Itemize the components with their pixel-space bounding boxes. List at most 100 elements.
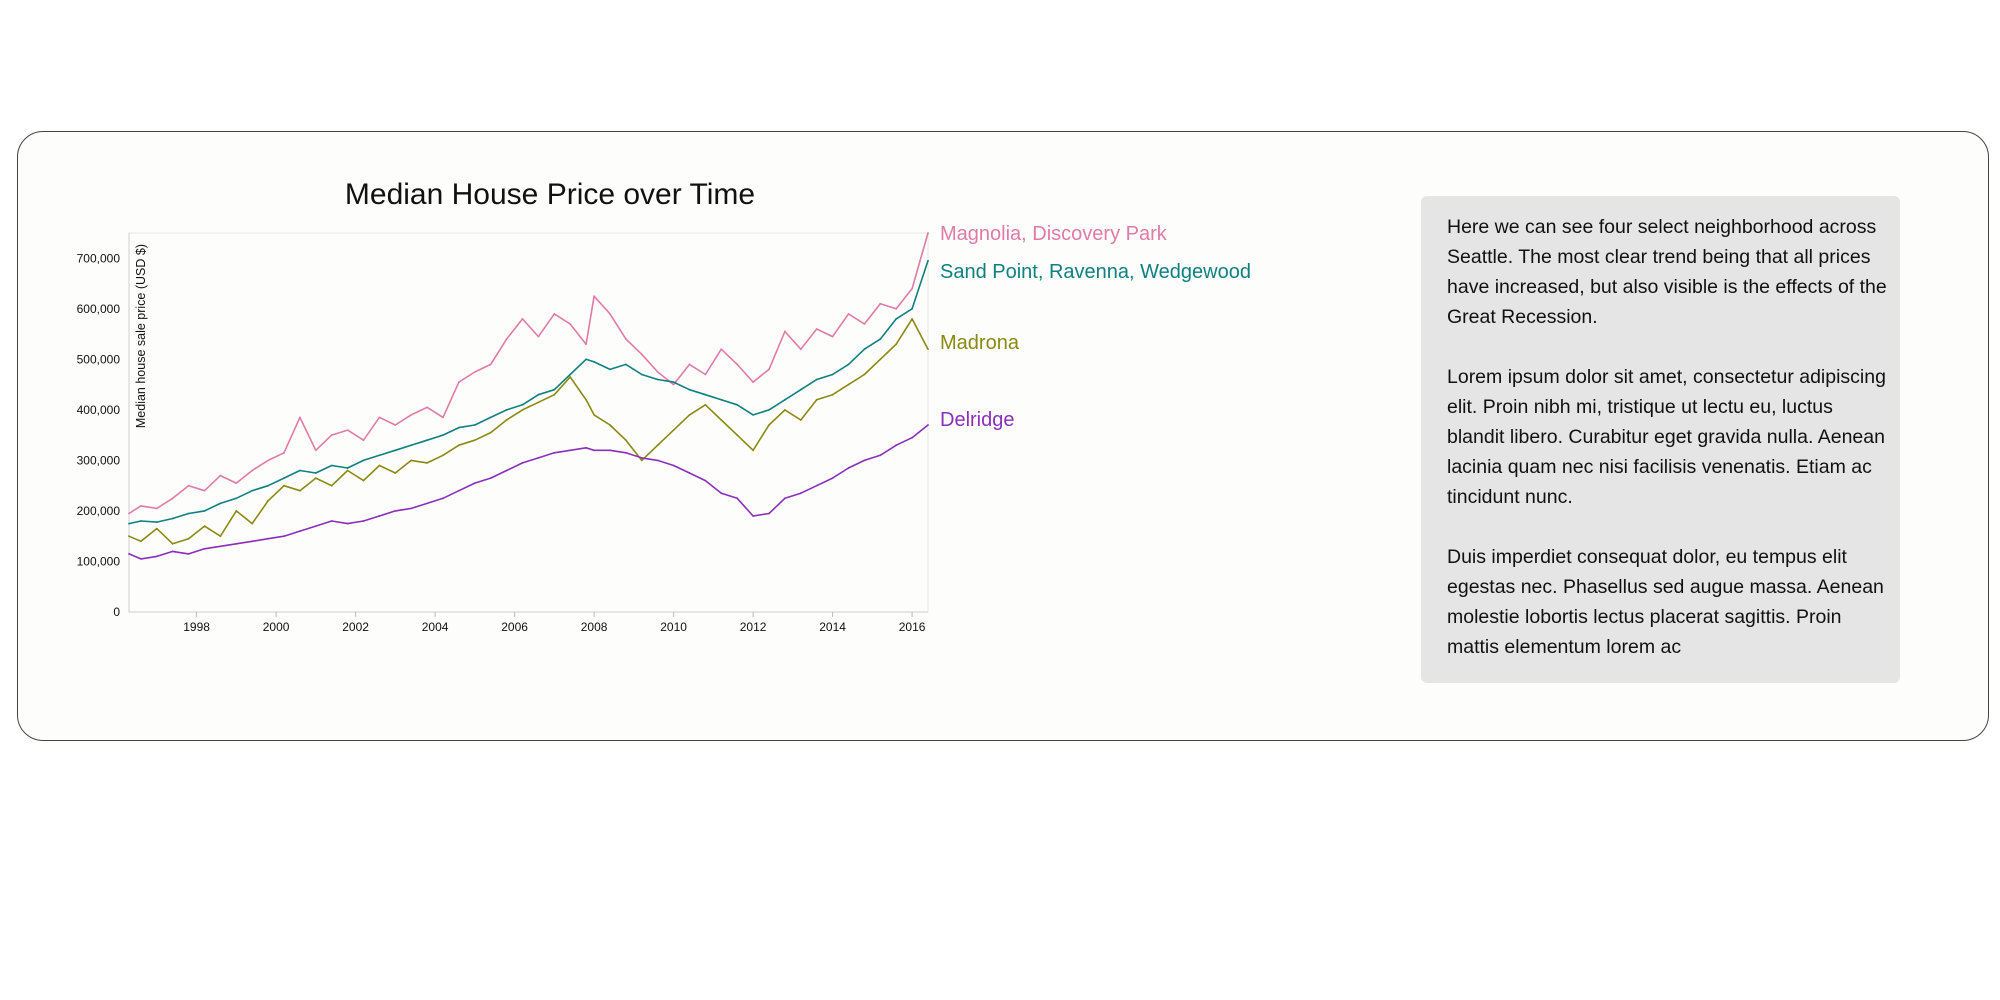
data-point: [314, 449, 317, 452]
data-point: [569, 373, 572, 376]
data-point: [672, 464, 675, 467]
data-point: [299, 469, 301, 472]
x-tick-label: 2000: [263, 620, 290, 634]
data-point: [128, 535, 130, 538]
data-point: [585, 446, 587, 449]
data-point: [879, 302, 882, 305]
data-point: [235, 497, 238, 500]
data-point: [688, 363, 691, 366]
data-point: [879, 358, 882, 361]
data-point: [768, 409, 770, 411]
data-point: [251, 489, 254, 492]
data-point: [267, 484, 269, 487]
data-point: [895, 307, 898, 310]
data-point: [473, 482, 476, 484]
data-point: [815, 484, 818, 487]
series-line-1: [128, 232, 929, 515]
data-point: [442, 497, 444, 500]
data-point: [187, 484, 190, 487]
y-tick-label: 200,000: [77, 504, 121, 518]
data-point: [410, 459, 413, 462]
data-point: [553, 451, 556, 454]
y-tick-label: 300,000: [77, 453, 121, 467]
data-point: [625, 451, 627, 454]
data-point: [847, 313, 850, 315]
data-point: [799, 388, 802, 391]
data-point: [879, 454, 882, 457]
data-point: [927, 424, 929, 426]
data-point: [442, 416, 444, 419]
data-point: [831, 335, 834, 338]
data-point: [656, 378, 659, 381]
data-point: [458, 444, 460, 447]
data-point: [720, 398, 723, 401]
data-point: [768, 368, 770, 371]
data-point: [593, 295, 595, 298]
data-point: [473, 439, 476, 442]
data-point: [140, 505, 142, 507]
data-point: [863, 323, 866, 325]
data-point: [251, 540, 254, 543]
series-label-1: Magnolia, Discovery Park: [940, 223, 1168, 245]
data-point: [426, 439, 428, 442]
data-point: [283, 535, 285, 538]
data-point: [283, 451, 285, 454]
data-point: [410, 507, 413, 510]
x-tick-label: 2008: [581, 620, 608, 634]
x-tick-label: 2012: [740, 620, 767, 634]
series-label-2: Sand Point, Ravenna, Wedgewood: [940, 261, 1251, 283]
data-point: [879, 338, 882, 340]
data-point: [458, 381, 460, 383]
data-point: [140, 558, 142, 560]
data-point: [251, 522, 254, 525]
data-point: [394, 472, 397, 474]
data-point: [736, 363, 739, 366]
data-point: [505, 338, 508, 340]
data-point: [736, 434, 739, 436]
series-labels: Magnolia, Discovery Park Sand Point, Rave…: [940, 223, 1251, 431]
data-point: [593, 414, 595, 416]
y-axis-title: Median house sale price (USD $): [134, 244, 148, 428]
data-point: [235, 510, 238, 512]
data-point: [553, 313, 556, 315]
data-point: [155, 527, 158, 530]
data-point: [155, 521, 158, 523]
data-point: [640, 459, 643, 462]
data-point: [704, 373, 707, 376]
data-point: [784, 398, 786, 401]
data-point: [473, 371, 476, 373]
data-point: [442, 454, 444, 457]
data-point: [410, 414, 413, 416]
data-point: [203, 525, 206, 527]
y-tick-label: 700,000: [77, 251, 121, 265]
data-point: [203, 510, 206, 512]
data-point: [815, 328, 818, 330]
data-point: [656, 459, 659, 462]
data-point: [911, 307, 913, 310]
data-point: [593, 449, 595, 452]
data-point: [203, 547, 206, 550]
data-point: [537, 401, 540, 404]
data-point: [784, 497, 786, 500]
plot-area: [128, 232, 929, 613]
data-point: [625, 338, 627, 340]
data-point: [346, 522, 349, 525]
data-point: [362, 439, 365, 442]
data-point: [362, 459, 365, 462]
data-point: [426, 406, 428, 409]
data-point: [299, 416, 301, 419]
data-point: [346, 429, 349, 431]
data-point: [640, 353, 643, 356]
data-point: [815, 378, 818, 381]
data-point: [410, 444, 413, 447]
data-point: [235, 542, 238, 545]
y-tick-label: 100,000: [77, 554, 121, 568]
data-point: [330, 484, 333, 487]
data-point: [426, 462, 428, 464]
data-point: [489, 431, 492, 434]
data-point: [267, 499, 269, 502]
data-point: [299, 489, 301, 492]
series-label-3: Madrona: [940, 332, 1020, 354]
data-point: [609, 424, 611, 426]
data-point: [155, 507, 158, 510]
